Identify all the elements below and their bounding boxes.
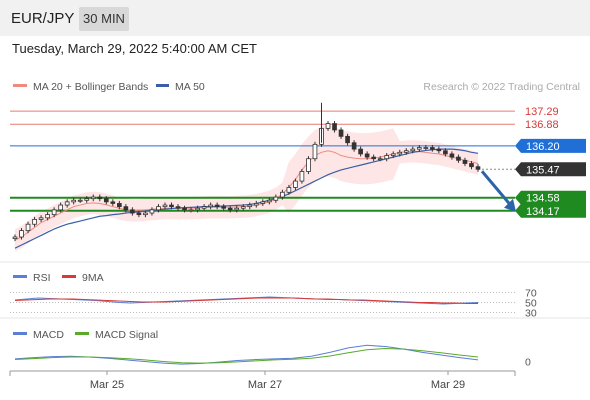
- resistance-level-label: 136.88: [525, 119, 559, 131]
- support-level-label: 134.17: [526, 206, 560, 218]
- pivot-level-label: 136.20: [526, 141, 560, 153]
- candle-body: [280, 191, 285, 198]
- time-axis-label: Mar 29: [431, 379, 465, 391]
- candle-body: [214, 204, 220, 208]
- candle-body: [260, 201, 266, 204]
- rsi-ma-legend-swatch: [62, 275, 76, 278]
- candle-body: [201, 206, 207, 209]
- time-axis-label: Mar 27: [248, 379, 282, 391]
- candle-body: [325, 123, 331, 129]
- candle-body: [371, 156, 376, 160]
- candle-body: [384, 155, 390, 160]
- candle-body: [312, 143, 318, 160]
- candle-body: [403, 150, 409, 153]
- candle-body: [306, 158, 311, 172]
- candle-body: [293, 180, 298, 188]
- candle-body: [175, 206, 181, 209]
- candle-body: [286, 187, 292, 193]
- time-axis-label: Mar 25: [90, 379, 124, 391]
- candle-body: [221, 206, 227, 209]
- candle-body: [71, 199, 77, 203]
- candle-body: [103, 198, 109, 203]
- candle-body: [51, 209, 57, 216]
- candle-body: [25, 223, 31, 232]
- candle-body: [149, 209, 155, 214]
- candle-body: [423, 147, 429, 149]
- bollinger-band: [15, 125, 478, 252]
- candle-body: [156, 206, 161, 211]
- ma50-legend-label: MA 50: [175, 81, 205, 93]
- candle-body: [332, 123, 337, 131]
- candle-body: [273, 196, 279, 201]
- rsi-tick-label: 30: [525, 308, 537, 320]
- candle-body: [358, 148, 363, 155]
- candle-body: [240, 206, 246, 209]
- candle-body: [430, 147, 435, 150]
- candle-body: [253, 203, 259, 206]
- candle-body: [136, 212, 142, 216]
- candle-body: [456, 156, 461, 161]
- candle-body: [234, 207, 240, 211]
- candle-body: [110, 201, 116, 204]
- candle-body: [45, 214, 50, 219]
- candle-body: [247, 204, 253, 208]
- macd-signal-line: [14, 347, 479, 364]
- rsi-ma-legend-label: 9MA: [82, 272, 104, 284]
- candle-body: [436, 148, 442, 152]
- candle-body: [351, 142, 357, 150]
- candle-body: [143, 212, 148, 216]
- candle-body: [364, 153, 370, 158]
- candle-body: [188, 209, 194, 212]
- ma50-legend-swatch: [156, 84, 169, 87]
- candle-body: [462, 159, 468, 164]
- candle-body: [84, 198, 90, 201]
- macd-signal-legend-label: MACD Signal: [95, 329, 158, 341]
- price-chart: MA 20 + Bollinger Bands MA 50 Research ©…: [0, 81, 590, 391]
- macd-tick-label: 0: [525, 357, 531, 369]
- candle-body: [123, 206, 129, 211]
- candle-body: [162, 204, 168, 208]
- candle-body: [12, 236, 18, 240]
- support-level-label: 134.58: [526, 193, 560, 205]
- candle-body: [338, 129, 344, 137]
- candle-body: [77, 199, 83, 202]
- candle-body: [475, 166, 481, 170]
- resistance-level-label: 137.29: [525, 106, 559, 118]
- candle-body: [32, 219, 37, 225]
- last-level-label: 135.47: [526, 164, 560, 176]
- candle-body: [97, 196, 103, 200]
- macd-legend-swatch: [13, 332, 27, 335]
- candle-body: [410, 148, 416, 152]
- credit-label: Research © 2022 Trading Central: [423, 81, 580, 93]
- candle-body: [117, 203, 122, 208]
- candle-body: [377, 158, 383, 161]
- candle-body: [64, 201, 70, 206]
- macd-signal-legend-swatch: [75, 332, 89, 335]
- candle-body: [345, 135, 350, 144]
- ma20-legend-label: MA 20 + Bollinger Bands: [33, 81, 148, 93]
- ma20-legend-swatch: [13, 84, 27, 87]
- candle-body: [208, 204, 213, 208]
- candle-body: [299, 171, 305, 182]
- forecast-arrow: [480, 170, 514, 208]
- candle-body: [416, 147, 422, 150]
- candle-body: [227, 207, 233, 211]
- candle-body: [195, 207, 200, 211]
- candle-body: [182, 207, 187, 211]
- macd-legend-label: MACD: [33, 329, 64, 341]
- rsi-legend-swatch: [13, 275, 27, 278]
- candle-body: [90, 196, 96, 200]
- candle-body: [38, 217, 44, 220]
- candle-body: [397, 151, 403, 155]
- candle-body: [19, 230, 24, 238]
- candle-body: [443, 150, 448, 155]
- candle-body: [130, 209, 135, 214]
- rsi-legend-label: RSI: [33, 272, 51, 284]
- candle-body: [469, 163, 474, 168]
- candle-body: [266, 199, 272, 203]
- candle-body: [449, 153, 455, 158]
- candle-body: [169, 204, 174, 208]
- candle-body: [58, 204, 63, 211]
- candle-body: [390, 153, 396, 156]
